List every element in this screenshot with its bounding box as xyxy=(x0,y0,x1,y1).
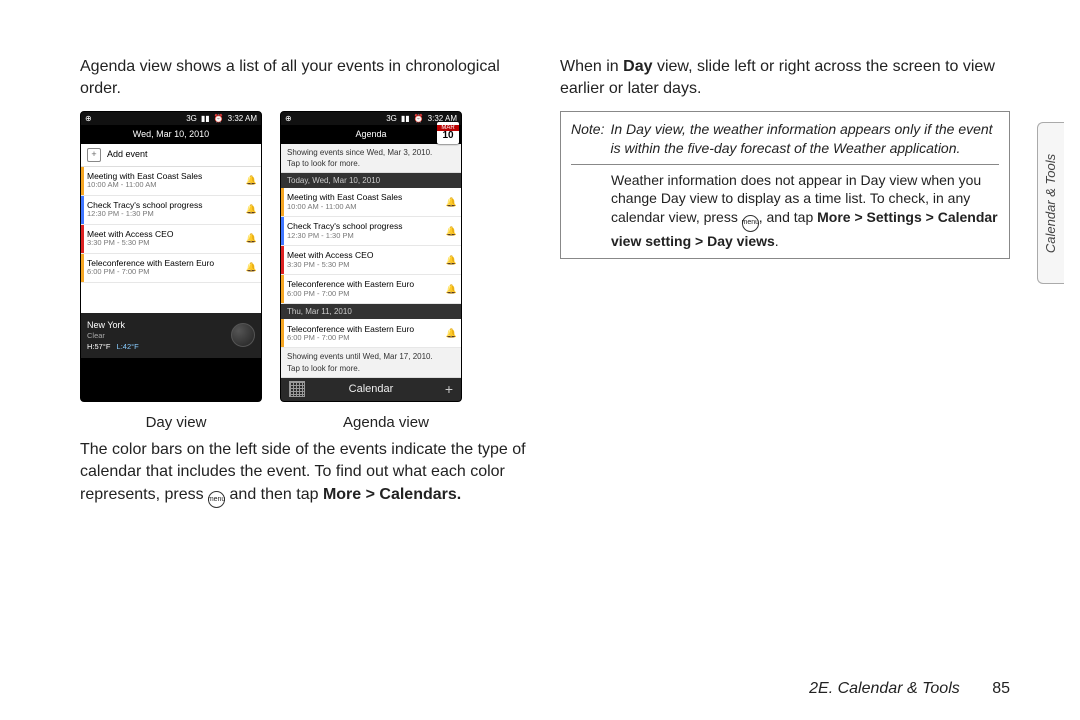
status-left-icon: ⊕ xyxy=(85,113,92,124)
slide-paragraph: When in Day view, slide left or right ac… xyxy=(560,56,1010,101)
event-time: 12:30 PM - 1:30 PM xyxy=(87,210,242,218)
right-column: When in Day view, slide left or right ac… xyxy=(560,50,1010,518)
signal-icon: ▮▮ xyxy=(401,113,410,124)
event-time: 3:30 PM - 5:30 PM xyxy=(87,239,242,247)
calendar-color-stripe xyxy=(81,196,84,224)
note1-text: In Day view, the weather information app… xyxy=(610,121,992,156)
bell-icon: 🔔 xyxy=(246,261,257,274)
status-time: 3:32 AM xyxy=(228,113,257,124)
event-row[interactable]: Meet with Access CEO 3:30 PM - 5:30 PM 🔔 xyxy=(81,225,261,254)
page-number: 85 xyxy=(992,680,1010,697)
calendar-color-stripe xyxy=(81,167,84,195)
note-divider xyxy=(571,164,999,165)
agenda-title-bar: Agenda MAR 10 xyxy=(281,125,461,144)
bell-icon: 🔔 xyxy=(246,174,257,187)
menu-button-icon: menu xyxy=(742,215,759,232)
agenda-view-screenshot: ⊕ 3G ▮▮ ⏰ 3:32 AM Agenda MAR 10 xyxy=(280,111,462,402)
calendar-date-badge: MAR 10 xyxy=(437,122,459,144)
add-event-label: Add event xyxy=(107,148,148,161)
weather-city: New York xyxy=(87,319,139,332)
calendar-color-stripe xyxy=(281,275,284,303)
note2-text-b: , and tap xyxy=(759,209,817,225)
weather-card[interactable]: New York Clear H:57°F L:42°F xyxy=(81,313,261,359)
bell-icon: 🔔 xyxy=(446,283,457,296)
bell-icon: 🔔 xyxy=(246,203,257,216)
section-tab-label: Calendar & Tools xyxy=(1044,153,1059,252)
day-word: Day xyxy=(623,58,652,75)
event-time: 12:30 PM - 1:30 PM xyxy=(287,232,442,240)
status-left-icon: ⊕ xyxy=(285,113,292,124)
event-row[interactable]: Check Tracy's school progress 12:30 PM -… xyxy=(81,196,261,225)
screenshots-row: ⊕ 3G ▮▮ ⏰ 3:32 AM Wed, Mar 10, 2010 + Ad… xyxy=(80,111,530,402)
bell-icon: 🔔 xyxy=(446,254,457,267)
note-label: Note: xyxy=(571,121,604,137)
bell-icon: 🔔 xyxy=(446,196,457,209)
calendar-color-stripe xyxy=(81,225,84,253)
date-subheader: Thu, Mar 11, 2010 xyxy=(281,304,461,319)
event-row[interactable]: Teleconference with Eastern Euro 6:00 PM… xyxy=(81,254,261,283)
alarm-icon: ⏰ xyxy=(414,113,424,124)
status-bar: ⊕ 3G ▮▮ ⏰ 3:32 AM xyxy=(281,112,461,125)
calendar-color-stripe xyxy=(281,319,284,347)
menu-button-icon: menu xyxy=(208,491,225,508)
load-earlier-hint[interactable]: Showing events since Wed, Mar 3, 2010. T… xyxy=(281,144,461,173)
left-column: Agenda view shows a list of all your eve… xyxy=(80,50,530,518)
weather-cond: Clear xyxy=(87,331,139,342)
color-bar-paragraph: The color bars on the left side of the e… xyxy=(80,439,530,508)
status-bar: ⊕ 3G ▮▮ ⏰ 3:32 AM xyxy=(81,112,261,125)
calendar-color-stripe xyxy=(281,246,284,274)
calendar-color-stripe xyxy=(281,217,284,245)
event-time: 3:30 PM - 5:30 PM xyxy=(287,261,442,269)
appbar-title: Calendar xyxy=(349,382,394,397)
event-row[interactable]: Check Tracy's school progress12:30 PM - … xyxy=(281,217,461,246)
day-view-caption: Day view xyxy=(80,408,272,433)
bell-icon: 🔔 xyxy=(446,327,457,340)
note-box: Note: In Day view, the weather informati… xyxy=(560,111,1010,260)
footer-section: 2E. Calendar & Tools xyxy=(809,680,960,697)
event-time: 10:00 AM - 11:00 AM xyxy=(287,203,442,211)
badge-day: 10 xyxy=(442,131,453,141)
date-subheader: Today, Wed, Mar 10, 2010 xyxy=(281,173,461,188)
page-footer: 2E. Calendar & Tools 85 xyxy=(809,680,1010,698)
event-row[interactable]: Meeting with East Coast Sales10:00 AM - … xyxy=(281,188,461,217)
moon-icon xyxy=(231,323,255,347)
calendar-color-stripe xyxy=(281,188,284,216)
network-icon: 3G xyxy=(186,113,197,124)
plus-icon: + xyxy=(87,148,101,162)
signal-icon: ▮▮ xyxy=(201,113,210,124)
add-icon[interactable]: + xyxy=(445,380,453,400)
date-bar: Wed, Mar 10, 2010 xyxy=(81,125,261,144)
weather-lo: L:42°F xyxy=(117,342,139,351)
more-calendars-path: More > Calendars. xyxy=(323,486,461,503)
event-row[interactable]: Meeting with East Coast Sales 10:00 AM -… xyxy=(81,167,261,196)
event-row[interactable]: Meet with Access CEO3:30 PM - 5:30 PM🔔 xyxy=(281,246,461,275)
event-time: 10:00 AM - 11:00 AM xyxy=(87,181,242,189)
network-icon: 3G xyxy=(386,113,397,124)
intro-paragraph: Agenda view shows a list of all your eve… xyxy=(80,56,530,101)
event-row[interactable]: Teleconference with Eastern Euro6:00 PM … xyxy=(281,319,461,348)
event-time: 6:00 PM - 7:00 PM xyxy=(287,334,442,342)
caption-row: Day view Agenda view xyxy=(80,408,530,433)
app-bar: Calendar + xyxy=(281,378,461,401)
calendar-grid-icon[interactable] xyxy=(289,381,305,397)
calendar-color-stripe xyxy=(81,254,84,282)
weather-hi: H:57°F xyxy=(87,342,110,351)
event-time: 6:00 PM - 7:00 PM xyxy=(287,290,442,298)
agenda-view-caption: Agenda view xyxy=(290,408,482,433)
event-time: 6:00 PM - 7:00 PM xyxy=(87,268,242,276)
add-event-button[interactable]: + Add event xyxy=(81,144,261,167)
event-row[interactable]: Teleconference with Eastern Euro6:00 PM … xyxy=(281,275,461,304)
bell-icon: 🔔 xyxy=(246,232,257,245)
day-view-screenshot: ⊕ 3G ▮▮ ⏰ 3:32 AM Wed, Mar 10, 2010 + Ad… xyxy=(80,111,262,402)
bell-icon: 🔔 xyxy=(446,225,457,238)
section-tab: Calendar & Tools xyxy=(1037,122,1064,284)
alarm-icon: ⏰ xyxy=(214,113,224,124)
load-later-hint[interactable]: Showing events until Wed, Mar 17, 2010. … xyxy=(281,348,461,377)
agenda-title: Agenda xyxy=(355,129,386,139)
